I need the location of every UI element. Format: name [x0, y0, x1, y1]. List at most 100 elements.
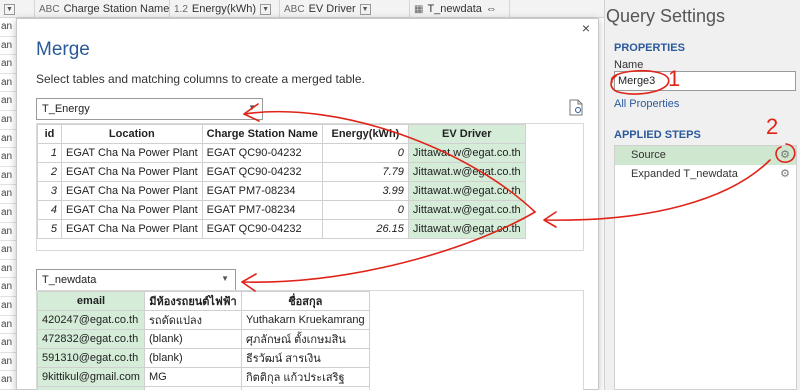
table-cell: 26.15 — [321, 219, 409, 239]
table-cell: EGAT Cha Na Power Plant — [61, 143, 203, 163]
table-cell: ศุภลักษณ์ ตั้งเกษมสิน — [241, 329, 370, 349]
column-header[interactable]: Charge Station Name — [201, 124, 323, 144]
close-button[interactable]: × — [582, 20, 590, 36]
step-source[interactable]: Source ⚙ — [615, 146, 796, 165]
table-cell — [144, 386, 242, 390]
bg-col-partial[interactable]: ▼ — [0, 0, 35, 18]
gear-icon[interactable]: ⚙ — [780, 165, 790, 184]
table-cell: 4 — [37, 200, 62, 220]
table-row: 420247@egat.co.th รถดัดแปลง Yuthakarn Krue… — [37, 310, 370, 330]
table-cell: (blank) — [144, 348, 242, 368]
second-table-select[interactable]: T_newdata ▼ — [36, 269, 236, 291]
table-row — [37, 386, 370, 390]
bg-col-ev-driver[interactable]: ABC EV Driver ▼ — [280, 0, 410, 18]
table-cell: 0 — [321, 200, 409, 220]
file-preview-icon[interactable] — [569, 99, 583, 116]
bg-col-label: T_newdata — [427, 3, 482, 15]
pane-title: Query Settings — [606, 6, 726, 26]
column-header[interactable]: ชื่อสกุล — [241, 291, 370, 311]
text-type-icon: ABC — [284, 3, 305, 15]
table-cell: 591310@egat.co.th — [37, 348, 145, 368]
table-cell: EGAT Cha Na Power Plant — [61, 162, 203, 182]
table-cell: EGAT PM7-08234 — [201, 181, 323, 201]
merge-dialog: × Merge Select tables and matching colum… — [16, 18, 599, 390]
table-type-icon: ▦ — [414, 3, 424, 15]
table-row: 5 EGAT Cha Na Power Plant EGAT QC90-04232 2… — [37, 219, 526, 239]
bg-col-label: EV Driver — [308, 3, 356, 15]
table-cell: Jittawat.w@egat.co.th — [407, 200, 526, 220]
table-cell: 5 — [37, 219, 62, 239]
name-label: Name — [614, 59, 644, 71]
table-cell: 3.99 — [321, 181, 409, 201]
table-row: 591310@egat.co.th (blank) ธีรวัฒน์ สารเงิน — [37, 348, 370, 368]
table-cell: (blank) — [144, 329, 242, 349]
table-cell: กิตติกุล แก้วประเสริฐ — [241, 367, 370, 387]
table-header-row: email มีห้องรถยนต์ไฟฟ้า ชื่อสกุล — [37, 291, 370, 311]
chevron-down-icon: ▼ — [221, 274, 229, 283]
table-row: 472832@egat.co.th (blank) ศุภลักษณ์ ตั้งเก… — [37, 329, 370, 349]
table-cell: ธีรวัฒน์ สารเงิน — [241, 348, 370, 368]
table-cell: รถดัดแปลง — [144, 310, 242, 330]
second-table-value: T_newdata — [42, 274, 97, 286]
bg-col-label: Energy(kWh) — [191, 3, 257, 15]
second-table-preview: email มีห้องรถยนต์ไฟฟ้า ชื่อสกุล 420247@… — [36, 290, 584, 390]
table-cell: 0 — [321, 143, 409, 163]
chevron-down-icon[interactable]: ▼ — [260, 3, 272, 15]
table-cell: 420247@egat.co.th — [37, 310, 145, 330]
dialog-title: Merge — [36, 39, 90, 60]
column-header-selected[interactable]: email — [37, 291, 145, 311]
step-label: Expanded T_newdata — [631, 168, 738, 180]
query-settings-pane: Query Settings PROPERTIES Name Merge3 Al… — [604, 0, 800, 390]
text-type-icon: ABC — [39, 3, 60, 15]
chevron-down-icon[interactable]: ▼ — [4, 3, 15, 15]
column-header[interactable]: Energy(kWh) — [321, 124, 409, 144]
column-header-selected[interactable]: EV Driver — [407, 124, 526, 144]
column-header[interactable]: id — [37, 124, 62, 144]
table-cell — [37, 386, 145, 390]
expand-icon[interactable]: ⇔ — [486, 3, 497, 15]
table-cell: 2 — [37, 162, 62, 182]
first-table: id Location Charge Station Name Energy(k… — [37, 124, 526, 239]
table-cell: EGAT Cha Na Power Plant — [61, 219, 203, 239]
all-properties-link[interactable]: All Properties — [614, 98, 679, 110]
table-cell — [241, 386, 370, 390]
table-header-row: id Location Charge Station Name Energy(k… — [37, 124, 526, 144]
table-row: 4 EGAT Cha Na Power Plant EGAT PM7-08234 0 J… — [37, 200, 526, 220]
bg-col-label: Charge Station Name — [63, 3, 170, 15]
properties-heading: PROPERTIES — [614, 42, 685, 54]
chevron-down-icon: ▼ — [248, 103, 256, 112]
first-table-value: T_Energy — [42, 103, 90, 115]
table-cell: MG — [144, 367, 242, 387]
second-table: email มีห้องรถยนต์ไฟฟ้า ชื่อสกุล 420247@… — [37, 291, 370, 390]
dialog-description: Select tables and matching columns to cr… — [36, 72, 365, 86]
step-expanded-newdata[interactable]: Expanded T_newdata ⚙ — [615, 165, 796, 184]
table-cell: 7.79 — [321, 162, 409, 182]
table-row: 9kittikul@gmail.com MG กิตติกุล แก้วประเสร… — [37, 367, 370, 387]
column-header[interactable]: Location — [61, 124, 203, 144]
table-cell: EGAT Cha Na Power Plant — [61, 181, 203, 201]
table-row: 3 EGAT Cha Na Power Plant EGAT PM7-08234 3.… — [37, 181, 526, 201]
table-row: 1 EGAT Cha Na Power Plant EGAT QC90-04232 0… — [37, 143, 526, 163]
table-cell: EGAT Cha Na Power Plant — [61, 200, 203, 220]
first-table-select[interactable]: T_Energy ▼ — [36, 98, 263, 120]
bg-col-newdata[interactable]: ▦ T_newdata ⇔ — [410, 0, 510, 18]
applied-steps-heading: APPLIED STEPS — [614, 129, 701, 141]
table-cell: Yuthakarn Kruekamrang — [241, 310, 370, 330]
step-label: Source — [631, 149, 666, 161]
background-column-headers: ▼ ABC Charge Station Name ▼ 1.2 Energy(k… — [0, 0, 610, 18]
bg-col-energy[interactable]: 1.2 Energy(kWh) ▼ — [170, 0, 280, 18]
table-cell: 472832@egat.co.th — [37, 329, 145, 349]
table-cell: EGAT QC90-04232 — [201, 143, 323, 163]
bg-col-charge-station[interactable]: ABC Charge Station Name ▼ — [35, 0, 170, 18]
table-cell: 1 — [37, 143, 62, 163]
column-header[interactable]: มีห้องรถยนต์ไฟฟ้า — [144, 291, 242, 311]
table-row: 2 EGAT Cha Na Power Plant EGAT QC90-04232 7… — [37, 162, 526, 182]
table-cell: Jittawat.w@egat.co.th — [407, 162, 526, 182]
gear-icon[interactable]: ⚙ — [780, 146, 790, 165]
table-cell: 3 — [37, 181, 62, 201]
query-name-input[interactable]: Merge3 — [614, 71, 796, 91]
table-cell: EGAT QC90-04232 — [201, 162, 323, 182]
table-cell: EGAT QC90-04232 — [201, 219, 323, 239]
chevron-down-icon[interactable]: ▼ — [359, 3, 371, 15]
applied-steps-list: Source ⚙ Expanded T_newdata ⚙ — [614, 145, 797, 390]
